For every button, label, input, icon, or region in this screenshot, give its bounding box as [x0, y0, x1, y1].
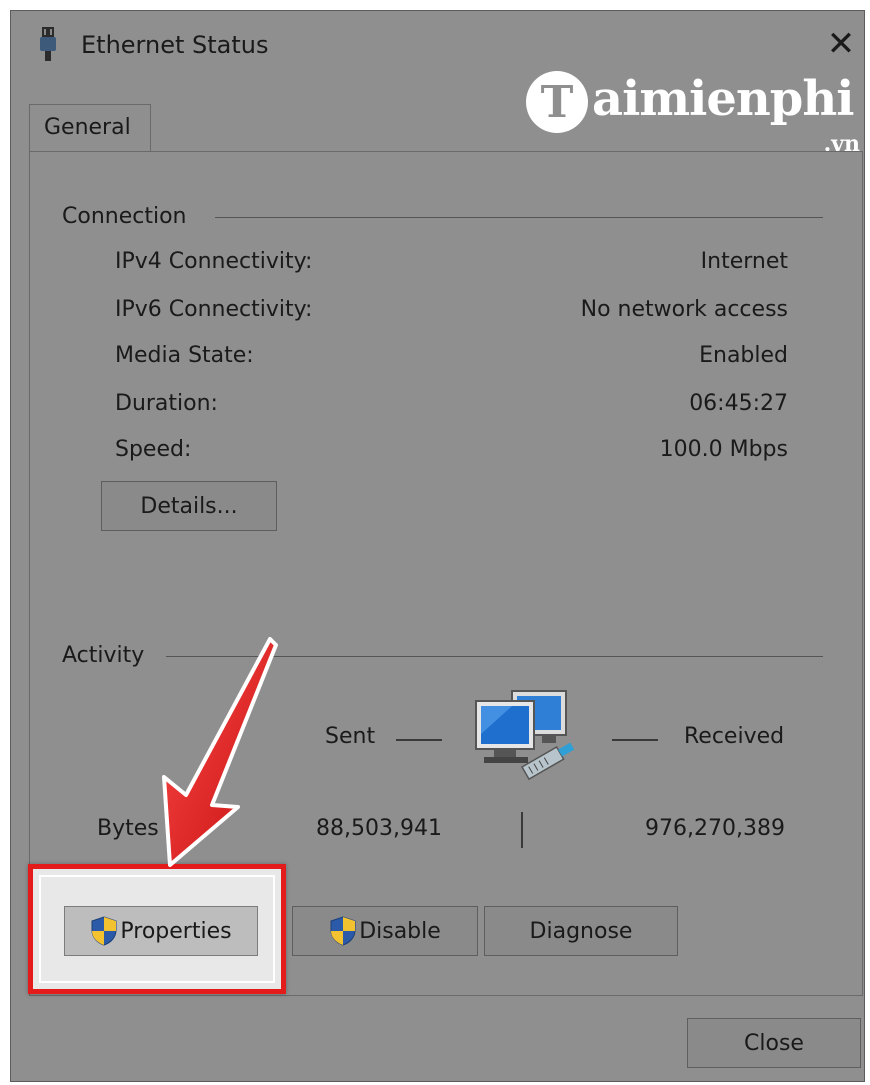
media-state-value: Enabled [699, 343, 788, 368]
activity-heading: Activity [62, 643, 145, 668]
uac-shield-icon [91, 916, 117, 946]
watermark-text: aimienphi [592, 71, 854, 127]
properties-button-label: Properties [120, 918, 232, 944]
sent-dash [396, 739, 442, 741]
received-label: Received [684, 724, 785, 749]
speed-value: 100.0 Mbps [659, 437, 788, 462]
close-window-button[interactable]: ✕ [826, 27, 856, 61]
connection-divider [215, 217, 823, 218]
duration-value: 06:45:27 [689, 391, 788, 416]
uac-shield-icon [330, 916, 356, 946]
bytes-sent-value: 88,503,941 [316, 816, 442, 841]
tab-general[interactable]: General [29, 104, 151, 152]
duration-label: Duration: [115, 391, 218, 416]
diagnose-button[interactable]: Diagnose [484, 906, 678, 956]
watermark-logo-circle: T [526, 71, 588, 133]
window-title: Ethernet Status [81, 31, 269, 59]
bytes-received-value: 976,270,389 [645, 816, 785, 841]
close-button[interactable]: Close [687, 1018, 861, 1068]
speed-label: Speed: [115, 437, 192, 462]
details-button[interactable]: Details... [101, 481, 277, 531]
properties-button[interactable]: Properties [64, 906, 258, 956]
bytes-divider [521, 812, 523, 848]
ipv6-label: IPv6 Connectivity: [115, 297, 313, 322]
sent-label: Sent [325, 724, 376, 749]
connection-heading: Connection [62, 204, 187, 229]
network-computers-icon [475, 690, 575, 781]
ipv6-value: No network access [580, 297, 788, 322]
ipv4-label: IPv4 Connectivity: [115, 249, 313, 274]
media-state-label: Media State: [115, 343, 254, 368]
ethernet-plug-icon [40, 27, 56, 61]
red-arrow-annotation [162, 637, 278, 867]
received-dash [612, 739, 658, 741]
disable-button[interactable]: Disable [292, 906, 478, 956]
ipv4-value: Internet [700, 249, 788, 274]
tab-general-label: General [44, 115, 131, 140]
disable-button-label: Disable [359, 918, 441, 944]
